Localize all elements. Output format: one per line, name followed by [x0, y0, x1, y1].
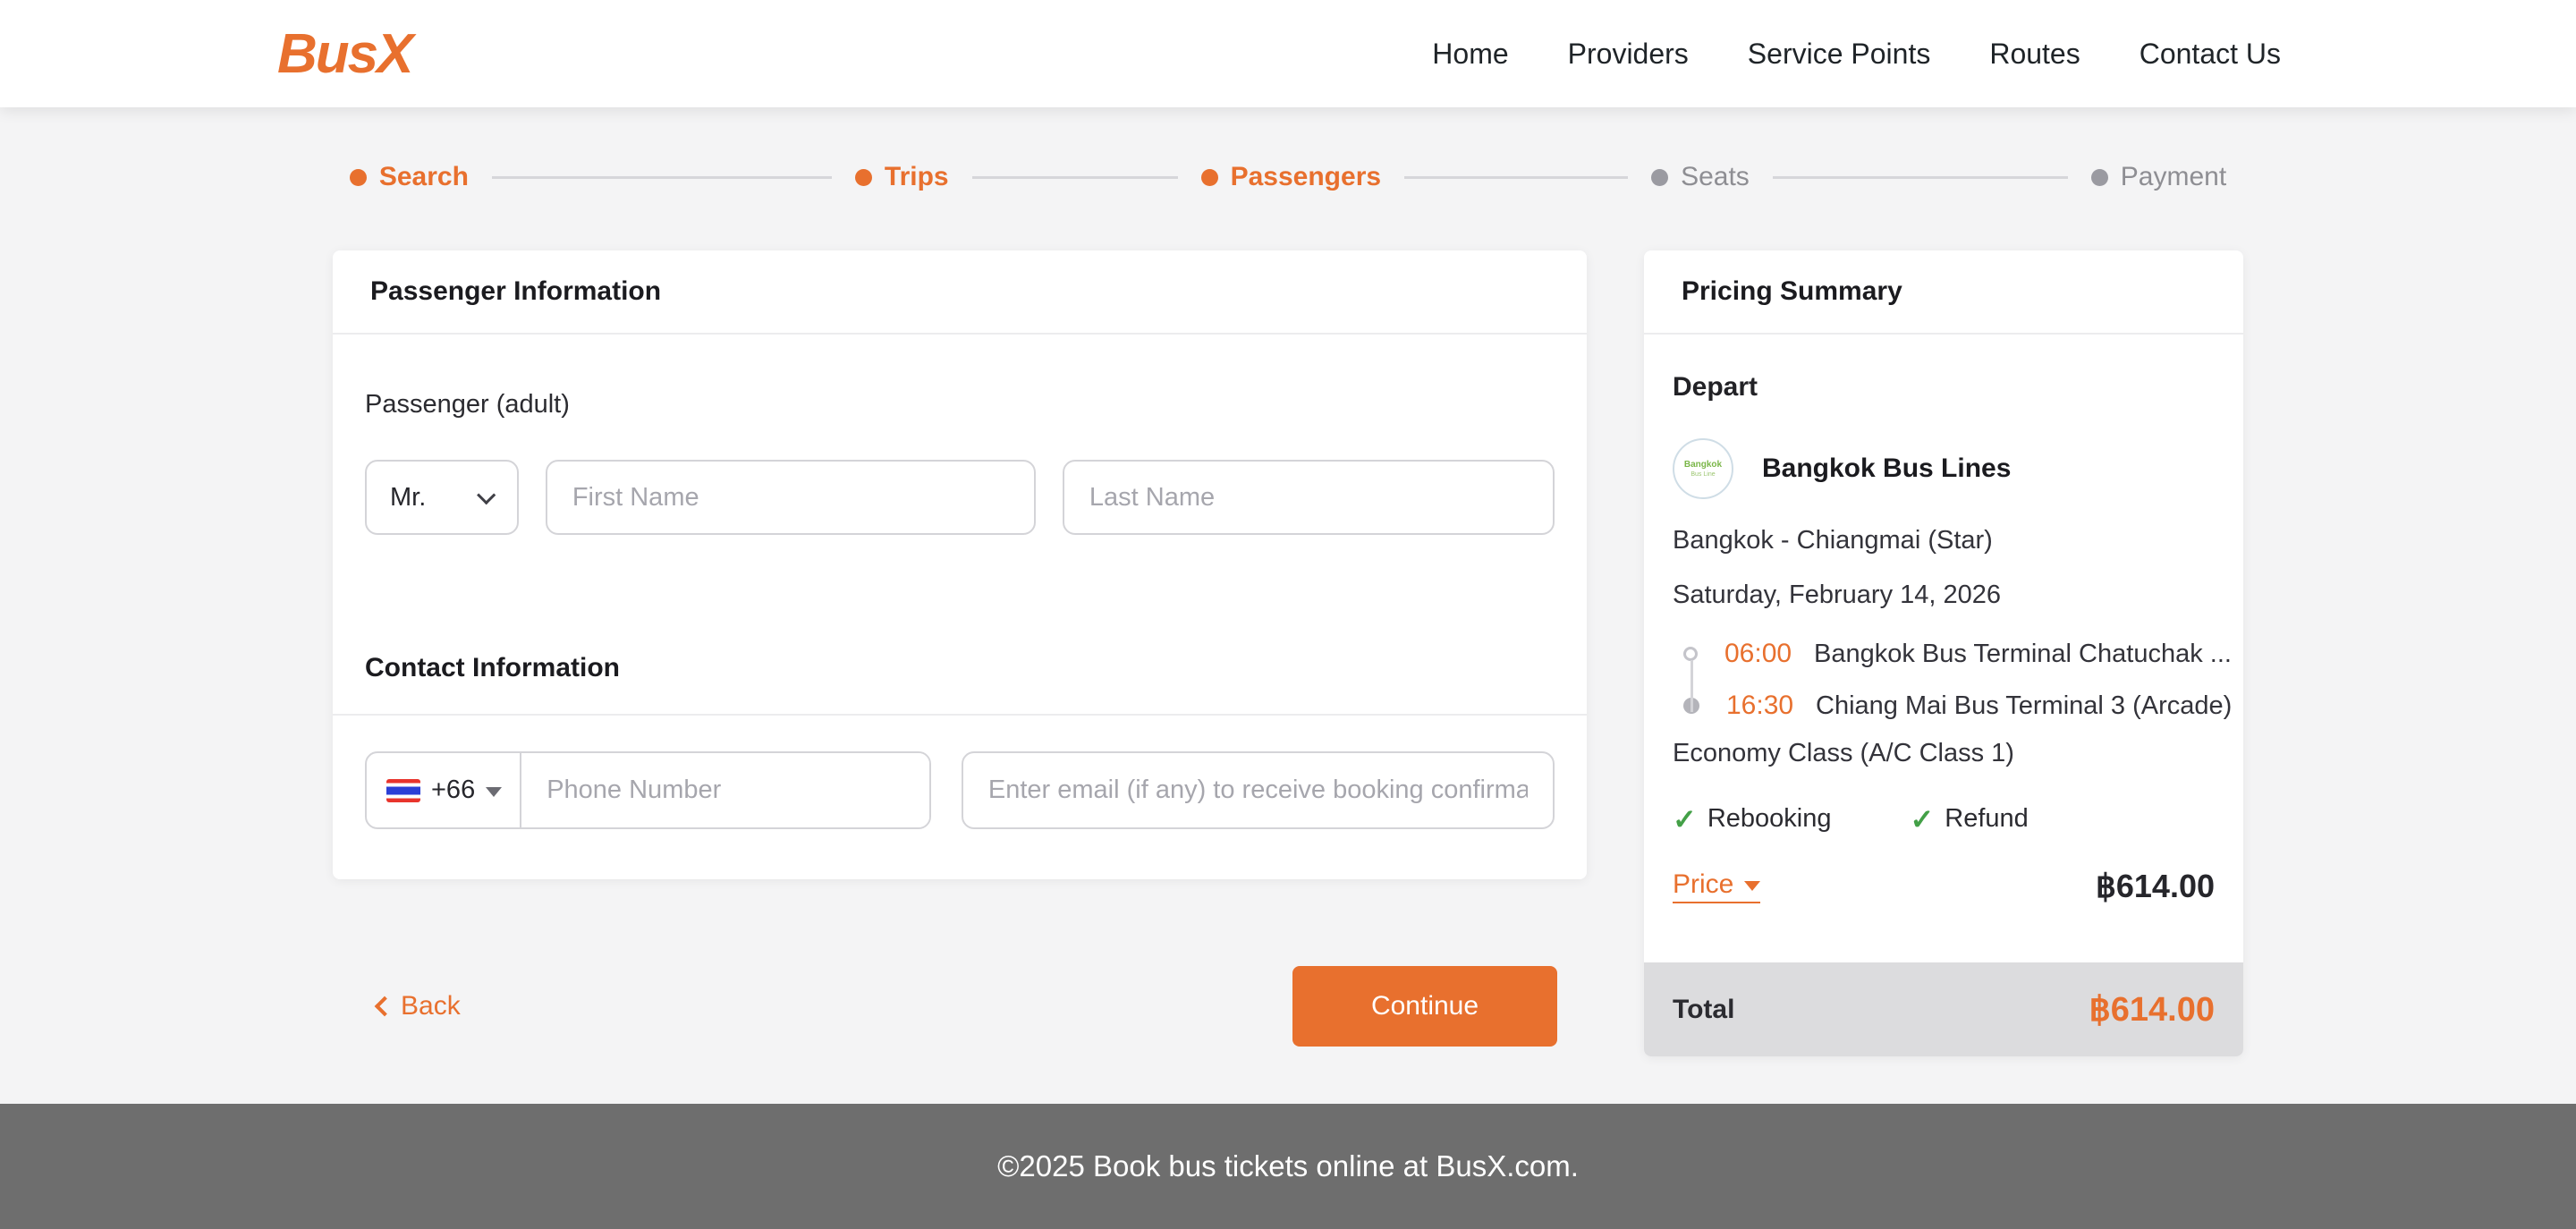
- travel-date: Saturday, February 14, 2026: [1673, 581, 2215, 610]
- step-dot-icon: [855, 169, 872, 186]
- passenger-adult-label: Passenger (adult): [365, 390, 1555, 420]
- arrival-station: Chiang Mai Bus Terminal 3 (Arcade): [1816, 691, 2232, 721]
- provider-logo-subtext: Bus Line: [1690, 471, 1715, 478]
- price-amount: ฿614.00: [2096, 868, 2215, 905]
- name-fields-row: Mr.: [365, 460, 1555, 535]
- contact-fields-row: +66: [365, 751, 1555, 829]
- title-select[interactable]: Mr.: [365, 460, 519, 535]
- total-row: Total ฿614.00: [1644, 962, 2243, 1056]
- back-button[interactable]: Back: [377, 991, 461, 1021]
- step-label: Seats: [1681, 162, 1750, 192]
- trip-timeline: 06:00 Bangkok Bus Terminal Chatuchak ...…: [1673, 639, 2215, 721]
- country-code-value: +66: [431, 776, 475, 805]
- phone-field-group: +66: [365, 751, 931, 829]
- price-breakdown-toggle[interactable]: Price: [1673, 869, 1760, 903]
- total-amount: ฿614.00: [2089, 989, 2215, 1030]
- step-payment: Payment: [2091, 162, 2226, 192]
- continue-button[interactable]: Continue: [1292, 966, 1557, 1047]
- phone-number-input[interactable]: [521, 753, 929, 827]
- pricing-summary-column: Pricing Summary Depart Bangkok Bus Line …: [1644, 250, 2243, 1056]
- step-trips[interactable]: Trips: [855, 162, 949, 192]
- step-dot-icon: [350, 169, 367, 186]
- check-icon: ✓: [1910, 805, 1934, 834]
- step-label: Passengers: [1231, 162, 1381, 192]
- step-search[interactable]: Search: [350, 162, 469, 192]
- passenger-form-body: Passenger (adult) Mr. Contact Informatio…: [333, 390, 1587, 879]
- perk-label: Rebooking: [1707, 804, 1832, 834]
- step-label: Search: [379, 162, 469, 192]
- provider-logo-text: Bangkok: [1684, 460, 1722, 470]
- busx-logo[interactable]: BusX: [277, 22, 411, 86]
- travel-class: Economy Class (A/C Class 1): [1673, 739, 2215, 768]
- departure-stop-icon: [1683, 647, 1698, 661]
- step-seats: Seats: [1651, 162, 1750, 192]
- last-name-input[interactable]: [1063, 460, 1555, 535]
- email-input[interactable]: [962, 751, 1555, 829]
- page-footer: ©2025 Book bus tickets online at BusX.co…: [0, 1104, 2576, 1229]
- copyright-text: ©2025 Book bus tickets online at BusX.co…: [997, 1149, 1579, 1183]
- first-name-input[interactable]: [546, 460, 1036, 535]
- pricing-summary-card: Pricing Summary Depart Bangkok Bus Line …: [1644, 250, 2243, 1056]
- price-row: Price ฿614.00: [1673, 868, 2215, 905]
- country-code-select[interactable]: +66: [367, 776, 520, 805]
- departure-station: Bangkok Bus Terminal Chatuchak ...: [1814, 640, 2232, 669]
- step-label: Trips: [885, 162, 949, 192]
- price-link-label: Price: [1673, 869, 1733, 900]
- perk-refund: ✓ Refund: [1910, 804, 2028, 834]
- bangkok-bus-lines-logo-icon: Bangkok Bus Line: [1673, 438, 1733, 499]
- depart-label: Depart: [1673, 372, 2215, 403]
- pricing-summary-body: Depart Bangkok Bus Line Bangkok Bus Line…: [1644, 372, 2243, 905]
- perks-row: ✓ Rebooking ✓ Refund: [1673, 804, 2215, 834]
- section-divider: [333, 714, 1587, 716]
- step-label: Payment: [2121, 162, 2226, 192]
- pricing-summary-title: Pricing Summary: [1644, 250, 2243, 335]
- contact-information-title: Contact Information: [365, 653, 1555, 683]
- step-connector: [1773, 176, 2068, 179]
- step-connector: [492, 176, 832, 179]
- provider-name: Bangkok Bus Lines: [1762, 453, 2011, 484]
- nav-item-contact-us[interactable]: Contact Us: [2140, 38, 2281, 71]
- booking-progress-stepper: Search Trips Passengers Seats Payment: [0, 159, 2576, 195]
- arrival-row: 16:30 Chiang Mai Bus Terminal 3 (Arcade): [1673, 691, 2215, 721]
- caret-down-icon: [1744, 881, 1760, 891]
- step-dot-icon: [1651, 169, 1668, 186]
- main-nav: Home Providers Service Points Routes Con…: [1432, 38, 2281, 71]
- chevron-left-icon: [375, 996, 395, 1017]
- nav-item-routes[interactable]: Routes: [1989, 38, 2080, 71]
- step-connector: [972, 176, 1178, 179]
- thailand-flag-icon: [386, 779, 420, 802]
- nav-item-home[interactable]: Home: [1432, 38, 1508, 71]
- title-select-value: Mr.: [390, 483, 426, 513]
- passenger-information-title: Passenger Information: [333, 250, 1587, 335]
- check-icon: ✓: [1673, 805, 1697, 834]
- step-dot-icon: [1201, 169, 1218, 186]
- caret-down-icon: [486, 787, 502, 797]
- chevron-down-icon: [477, 486, 496, 504]
- nav-item-providers[interactable]: Providers: [1568, 38, 1689, 71]
- step-dot-icon: [2091, 169, 2108, 186]
- departure-row: 06:00 Bangkok Bus Terminal Chatuchak ...: [1673, 639, 2215, 669]
- main-content: Passenger Information Passenger (adult) …: [0, 250, 2576, 1104]
- form-actions-row: Back Continue: [333, 966, 1587, 1047]
- arrival-time: 16:30: [1726, 691, 1816, 721]
- passenger-form-column: Passenger Information Passenger (adult) …: [333, 250, 1587, 1047]
- perk-rebooking: ✓ Rebooking: [1673, 804, 1831, 834]
- step-connector: [1404, 176, 1628, 179]
- timeline-connector: [1690, 660, 1693, 712]
- departure-time: 06:00: [1724, 639, 1814, 669]
- provider-row: Bangkok Bus Line Bangkok Bus Lines: [1673, 438, 2215, 499]
- passenger-information-card: Passenger Information Passenger (adult) …: [333, 250, 1587, 879]
- nav-item-service-points[interactable]: Service Points: [1748, 38, 1931, 71]
- perk-label: Refund: [1945, 804, 2029, 834]
- route-name: Bangkok - Chiangmai (Star): [1673, 526, 2215, 555]
- top-navigation-bar: BusX Home Providers Service Points Route…: [0, 0, 2576, 107]
- back-label: Back: [401, 991, 461, 1021]
- step-passengers[interactable]: Passengers: [1201, 162, 1381, 192]
- total-label: Total: [1673, 995, 1734, 1025]
